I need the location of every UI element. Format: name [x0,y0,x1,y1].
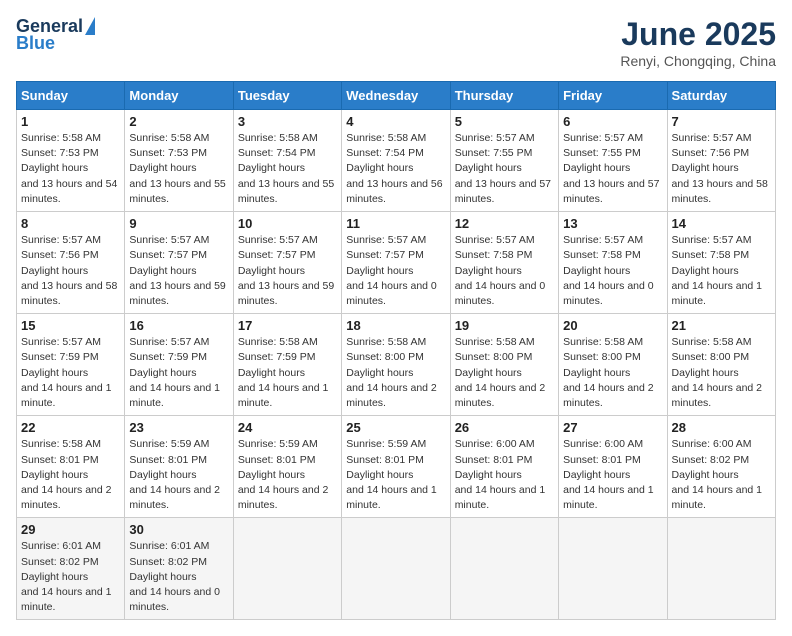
logo-blue: Blue [16,33,55,54]
table-row: 18 Sunrise: 5:58 AMSunset: 8:00 PMDaylig… [342,314,450,416]
table-row: 10 Sunrise: 5:57 AMSunset: 7:57 PMDaylig… [233,212,341,314]
location: Renyi, Chongqing, China [620,53,776,69]
table-row: 1 Sunrise: 5:58 AMSunset: 7:53 PMDayligh… [17,110,125,212]
table-row: 6 Sunrise: 5:57 AMSunset: 7:55 PMDayligh… [559,110,667,212]
page-header: General Blue June 2025 Renyi, Chongqing,… [16,16,776,69]
table-row [233,518,341,620]
table-row: 5 Sunrise: 5:57 AMSunset: 7:55 PMDayligh… [450,110,558,212]
table-row: 19 Sunrise: 5:58 AMSunset: 8:00 PMDaylig… [450,314,558,416]
table-row: 11 Sunrise: 5:57 AMSunset: 7:57 PMDaylig… [342,212,450,314]
table-row: 14 Sunrise: 5:57 AMSunset: 7:58 PMDaylig… [667,212,775,314]
table-row: 15 Sunrise: 5:57 AMSunset: 7:59 PMDaylig… [17,314,125,416]
table-row: 30 Sunrise: 6:01 AMSunset: 8:02 PMDaylig… [125,518,233,620]
table-row: 17 Sunrise: 5:58 AMSunset: 7:59 PMDaylig… [233,314,341,416]
table-row: 3 Sunrise: 5:58 AMSunset: 7:54 PMDayligh… [233,110,341,212]
logo: General Blue [16,16,95,54]
table-row: 9 Sunrise: 5:57 AMSunset: 7:57 PMDayligh… [125,212,233,314]
table-row: 27 Sunrise: 6:00 AMSunset: 8:01 PMDaylig… [559,416,667,518]
table-row: 24 Sunrise: 5:59 AMSunset: 8:01 PMDaylig… [233,416,341,518]
table-row: 21 Sunrise: 5:58 AMSunset: 8:00 PMDaylig… [667,314,775,416]
title-section: June 2025 Renyi, Chongqing, China [620,16,776,69]
table-row: 26 Sunrise: 6:00 AMSunset: 8:01 PMDaylig… [450,416,558,518]
table-row [667,518,775,620]
col-monday: Monday [125,82,233,110]
table-row: 8 Sunrise: 5:57 AMSunset: 7:56 PMDayligh… [17,212,125,314]
table-row: 16 Sunrise: 5:57 AMSunset: 7:59 PMDaylig… [125,314,233,416]
calendar-week-5: 29 Sunrise: 6:01 AMSunset: 8:02 PMDaylig… [17,518,776,620]
col-wednesday: Wednesday [342,82,450,110]
table-row [450,518,558,620]
table-row: 12 Sunrise: 5:57 AMSunset: 7:58 PMDaylig… [450,212,558,314]
col-friday: Friday [559,82,667,110]
col-tuesday: Tuesday [233,82,341,110]
table-row [342,518,450,620]
table-row: 22 Sunrise: 5:58 AMSunset: 8:01 PMDaylig… [17,416,125,518]
table-row: 23 Sunrise: 5:59 AMSunset: 8:01 PMDaylig… [125,416,233,518]
calendar-table: Sunday Monday Tuesday Wednesday Thursday… [16,81,776,620]
calendar-week-2: 8 Sunrise: 5:57 AMSunset: 7:56 PMDayligh… [17,212,776,314]
table-row: 25 Sunrise: 5:59 AMSunset: 8:01 PMDaylig… [342,416,450,518]
table-row: 28 Sunrise: 6:00 AMSunset: 8:02 PMDaylig… [667,416,775,518]
table-row: 7 Sunrise: 5:57 AMSunset: 7:56 PMDayligh… [667,110,775,212]
calendar-week-1: 1 Sunrise: 5:58 AMSunset: 7:53 PMDayligh… [17,110,776,212]
col-thursday: Thursday [450,82,558,110]
col-saturday: Saturday [667,82,775,110]
calendar-week-4: 22 Sunrise: 5:58 AMSunset: 8:01 PMDaylig… [17,416,776,518]
table-row: 20 Sunrise: 5:58 AMSunset: 8:00 PMDaylig… [559,314,667,416]
table-row: 29 Sunrise: 6:01 AMSunset: 8:02 PMDaylig… [17,518,125,620]
table-row: 4 Sunrise: 5:58 AMSunset: 7:54 PMDayligh… [342,110,450,212]
col-sunday: Sunday [17,82,125,110]
calendar-header-row: Sunday Monday Tuesday Wednesday Thursday… [17,82,776,110]
table-row: 13 Sunrise: 5:57 AMSunset: 7:58 PMDaylig… [559,212,667,314]
table-row: 2 Sunrise: 5:58 AMSunset: 7:53 PMDayligh… [125,110,233,212]
calendar-week-3: 15 Sunrise: 5:57 AMSunset: 7:59 PMDaylig… [17,314,776,416]
month-title: June 2025 [620,16,776,53]
logo-triangle-icon [85,17,95,35]
table-row [559,518,667,620]
